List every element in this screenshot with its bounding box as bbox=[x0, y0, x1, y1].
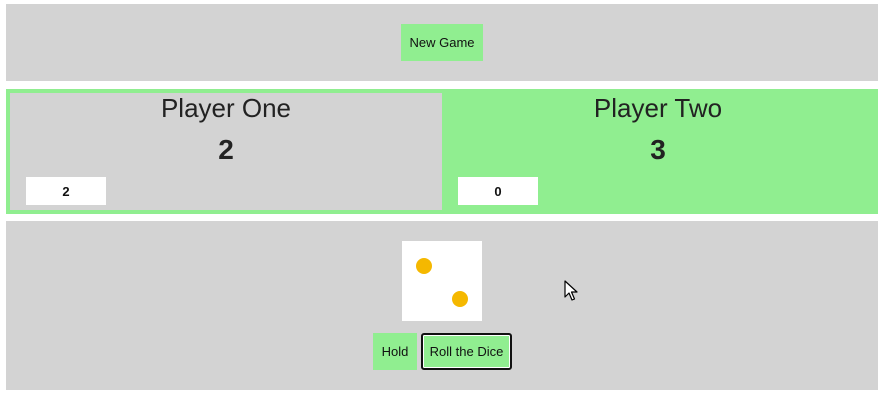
player-two-panel: Player Two 3 0 bbox=[442, 93, 874, 210]
player-one-current-score: 2 bbox=[26, 177, 106, 205]
hold-button[interactable]: Hold bbox=[373, 333, 417, 370]
controls-area: Hold Roll the Dice bbox=[6, 221, 878, 390]
top-bar: New Game bbox=[6, 4, 878, 81]
player-two-total-score: 3 bbox=[650, 134, 666, 165]
player-two-current-score: 0 bbox=[458, 177, 538, 205]
new-game-button[interactable]: New Game bbox=[401, 24, 483, 61]
die-pip bbox=[452, 291, 468, 307]
die-face-two-icon bbox=[402, 241, 482, 321]
mouse-pointer-icon bbox=[564, 280, 578, 301]
player-one-panel: Player One 2 2 bbox=[10, 93, 442, 210]
die-pip bbox=[416, 258, 432, 274]
roll-dice-button[interactable]: Roll the Dice bbox=[421, 333, 512, 370]
player-one-total-score: 2 bbox=[218, 134, 234, 165]
players-area: Player One 2 2 Player Two 3 0 bbox=[6, 89, 878, 214]
player-two-name: Player Two bbox=[593, 93, 723, 123]
player-one-name: Player One bbox=[160, 93, 292, 123]
